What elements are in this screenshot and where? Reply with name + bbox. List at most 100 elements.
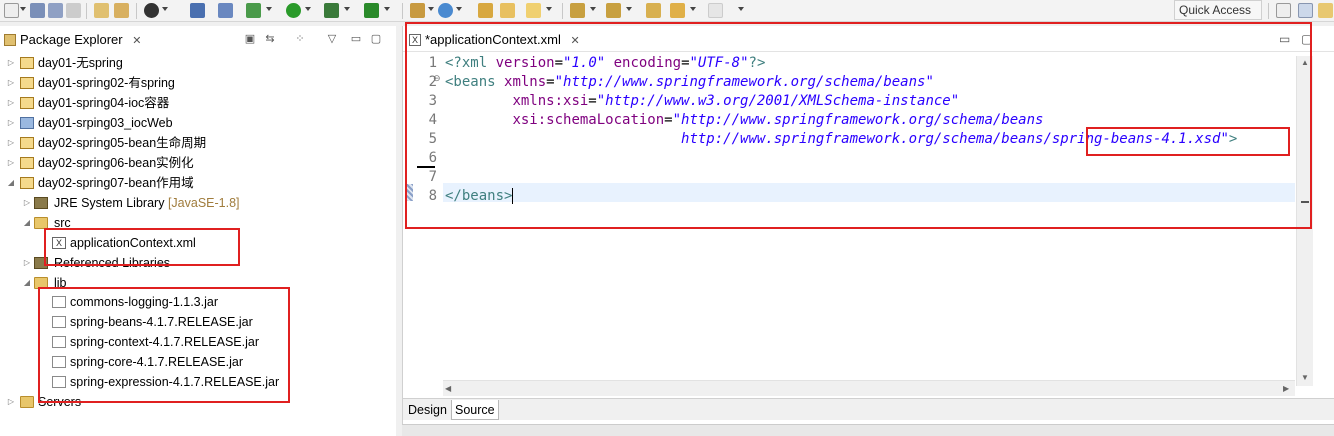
- tree-item-project[interactable]: ▷ day02-spring06-bean实例化: [0, 153, 390, 173]
- tree-item-project[interactable]: ▷ day01-spring04-ioc容器: [0, 93, 390, 113]
- scroll-left-icon[interactable]: ◀: [445, 384, 451, 393]
- scroll-down-icon[interactable]: ▼: [1301, 373, 1309, 382]
- tree-item-lib-folder[interactable]: ◢ lib: [0, 273, 390, 293]
- previous-annotation-dropdown-icon[interactable]: [626, 7, 632, 11]
- tree-item-project[interactable]: ▷ day01-srping03_iocWeb: [0, 113, 390, 133]
- debug-icon[interactable]: [246, 3, 261, 18]
- expand-icon[interactable]: ▷: [6, 53, 16, 73]
- quick-access-field[interactable]: Quick Access: [1174, 0, 1262, 20]
- view-menu-icon[interactable]: ▽: [326, 33, 338, 45]
- tree-item-referenced-libraries[interactable]: ▷ Referenced Libraries: [0, 253, 390, 273]
- refresh-dropdown-icon[interactable]: [456, 7, 462, 11]
- code-line-8[interactable]: </beans>: [445, 187, 514, 206]
- expand-icon[interactable]: ▷: [6, 73, 16, 93]
- java-ee-perspective-icon[interactable]: [1298, 3, 1313, 18]
- code-line-3[interactable]: xmlns:xsi="http://www.w3.org/2001/XMLSch…: [445, 92, 959, 111]
- open-folder-icon[interactable]: [500, 3, 515, 18]
- overview-ruler-marker[interactable]: [1301, 201, 1309, 203]
- expand-icon[interactable]: ▷: [6, 113, 16, 133]
- skip-breakpoints-icon[interactable]: [218, 3, 233, 18]
- editor-tab-applicationcontext[interactable]: X *applicationContext.xml ✕: [405, 28, 580, 52]
- open-perspective-button-icon[interactable]: [1276, 3, 1291, 18]
- close-icon[interactable]: ✕: [132, 35, 141, 47]
- tree-item-project[interactable]: ▷ day02-spring05-bean生命周期: [0, 133, 390, 153]
- new-java-dropdown-icon[interactable]: [428, 7, 434, 11]
- tree-item-jar[interactable]: spring-context-4.1.7.RELEASE.jar: [0, 332, 390, 352]
- expand-icon[interactable]: ▷: [22, 193, 32, 213]
- tree-item-project[interactable]: ▷ day01-spring02-有spring: [0, 73, 390, 93]
- collapse-icon[interactable]: ◢: [22, 273, 32, 293]
- forward-dropdown-icon[interactable]: [738, 7, 744, 11]
- maximize-icon[interactable]: ▢: [370, 33, 382, 45]
- maximize-icon[interactable]: ▢: [1301, 32, 1312, 46]
- xml-file-icon: X: [52, 237, 66, 249]
- tree-item-src-folder[interactable]: ◢ src: [0, 213, 390, 233]
- tree-item-project[interactable]: ▷ day01-无spring: [0, 53, 390, 73]
- tree-item-label: day02-spring06-bean实例化: [38, 156, 194, 170]
- close-icon[interactable]: ✕: [570, 35, 579, 47]
- tree-item-jar[interactable]: spring-core-4.1.7.RELEASE.jar: [0, 352, 390, 372]
- vertical-scrollbar[interactable]: ▲ ▼: [1296, 56, 1313, 386]
- tab-design[interactable]: Design: [405, 400, 450, 420]
- expand-icon[interactable]: ▷: [6, 153, 16, 173]
- tree-item-xml-file[interactable]: X applicationContext.xml: [0, 233, 390, 253]
- tree-item-jar[interactable]: spring-expression-4.1.7.RELEASE.jar: [0, 372, 390, 392]
- collapse-icon[interactable]: ◢: [6, 173, 16, 193]
- refresh-icon[interactable]: [438, 3, 453, 18]
- open-type-icon[interactable]: [94, 3, 109, 18]
- horizontal-scrollbar[interactable]: ◀ ▶: [443, 380, 1295, 396]
- focus-icon[interactable]: ⁘: [294, 33, 306, 45]
- save-all-icon[interactable]: [48, 3, 63, 18]
- tree-item-jar[interactable]: spring-beans-4.1.7.RELEASE.jar: [0, 312, 390, 332]
- code-line-4[interactable]: xsi:schemaLocation="http://www.springfra…: [445, 111, 1043, 130]
- user-dropdown-icon[interactable]: [162, 7, 168, 11]
- expand-icon[interactable]: ▷: [22, 253, 32, 273]
- java-perspective-icon[interactable]: [1318, 3, 1333, 18]
- print-icon[interactable]: [66, 3, 81, 18]
- collapse-all-icon[interactable]: ▣: [244, 33, 256, 45]
- code-line-5[interactable]: http://www.springframework.org/schema/be…: [445, 130, 1237, 149]
- expand-icon[interactable]: ▷: [6, 392, 16, 412]
- collapse-icon[interactable]: ◢: [22, 213, 32, 233]
- debug-dropdown-icon[interactable]: [266, 7, 272, 11]
- back-dropdown-icon[interactable]: [690, 7, 696, 11]
- open-task-icon[interactable]: [114, 3, 129, 18]
- coverage-icon[interactable]: [324, 3, 339, 18]
- forward-icon[interactable]: [708, 3, 723, 18]
- expand-icon[interactable]: ▷: [6, 133, 16, 153]
- expand-icon[interactable]: ▷: [6, 93, 16, 113]
- tree-item-jar[interactable]: commons-logging-1.1.3.jar: [0, 292, 390, 312]
- next-annotation-dropdown-icon[interactable]: [590, 7, 596, 11]
- pencil-icon[interactable]: [526, 3, 541, 18]
- user-icon[interactable]: [144, 3, 159, 18]
- console-icon[interactable]: [190, 3, 205, 18]
- next-annotation-icon[interactable]: [570, 3, 585, 18]
- code-line-2[interactable]: <beans xmlns="http://www.springframework…: [445, 73, 934, 92]
- scroll-up-icon[interactable]: ▲: [1301, 58, 1309, 67]
- run-dropdown-icon[interactable]: [305, 7, 311, 11]
- run-icon[interactable]: [286, 3, 301, 18]
- last-edit-icon[interactable]: [646, 3, 661, 18]
- minimize-icon[interactable]: ▭: [350, 33, 362, 45]
- previous-annotation-icon[interactable]: [606, 3, 621, 18]
- new-java-project-icon[interactable]: [410, 3, 425, 18]
- scroll-right-icon[interactable]: ▶: [1283, 384, 1289, 393]
- new-icon[interactable]: [4, 3, 19, 18]
- back-icon[interactable]: [670, 3, 685, 18]
- code-line-1[interactable]: <?xml version="1.0" encoding="UTF-8"?>: [445, 54, 765, 73]
- minimize-icon[interactable]: ▭: [1279, 32, 1290, 46]
- save-icon[interactable]: [30, 3, 45, 18]
- tab-source[interactable]: Source: [451, 400, 499, 420]
- open-perspective-icon[interactable]: [478, 3, 493, 18]
- tree-item-project[interactable]: ◢ day02-spring07-bean作用域: [0, 173, 390, 193]
- fold-marker-icon[interactable]: ⊖: [433, 73, 441, 84]
- new-dropdown-icon[interactable]: [20, 7, 26, 11]
- package-explorer-tab[interactable]: Package Explorer ✕: [2, 29, 141, 51]
- coverage-dropdown-icon[interactable]: [344, 7, 350, 11]
- tree-item-servers[interactable]: ▷ Servers: [0, 392, 390, 412]
- link-with-editor-icon[interactable]: ⇆: [264, 33, 276, 45]
- external-tools-dropdown-icon[interactable]: [384, 7, 390, 11]
- pencil-dropdown-icon[interactable]: [546, 7, 552, 11]
- tree-item-jre-library[interactable]: ▷ JRE System Library [JavaSE-1.8]: [0, 193, 390, 213]
- external-tools-icon[interactable]: [364, 3, 379, 18]
